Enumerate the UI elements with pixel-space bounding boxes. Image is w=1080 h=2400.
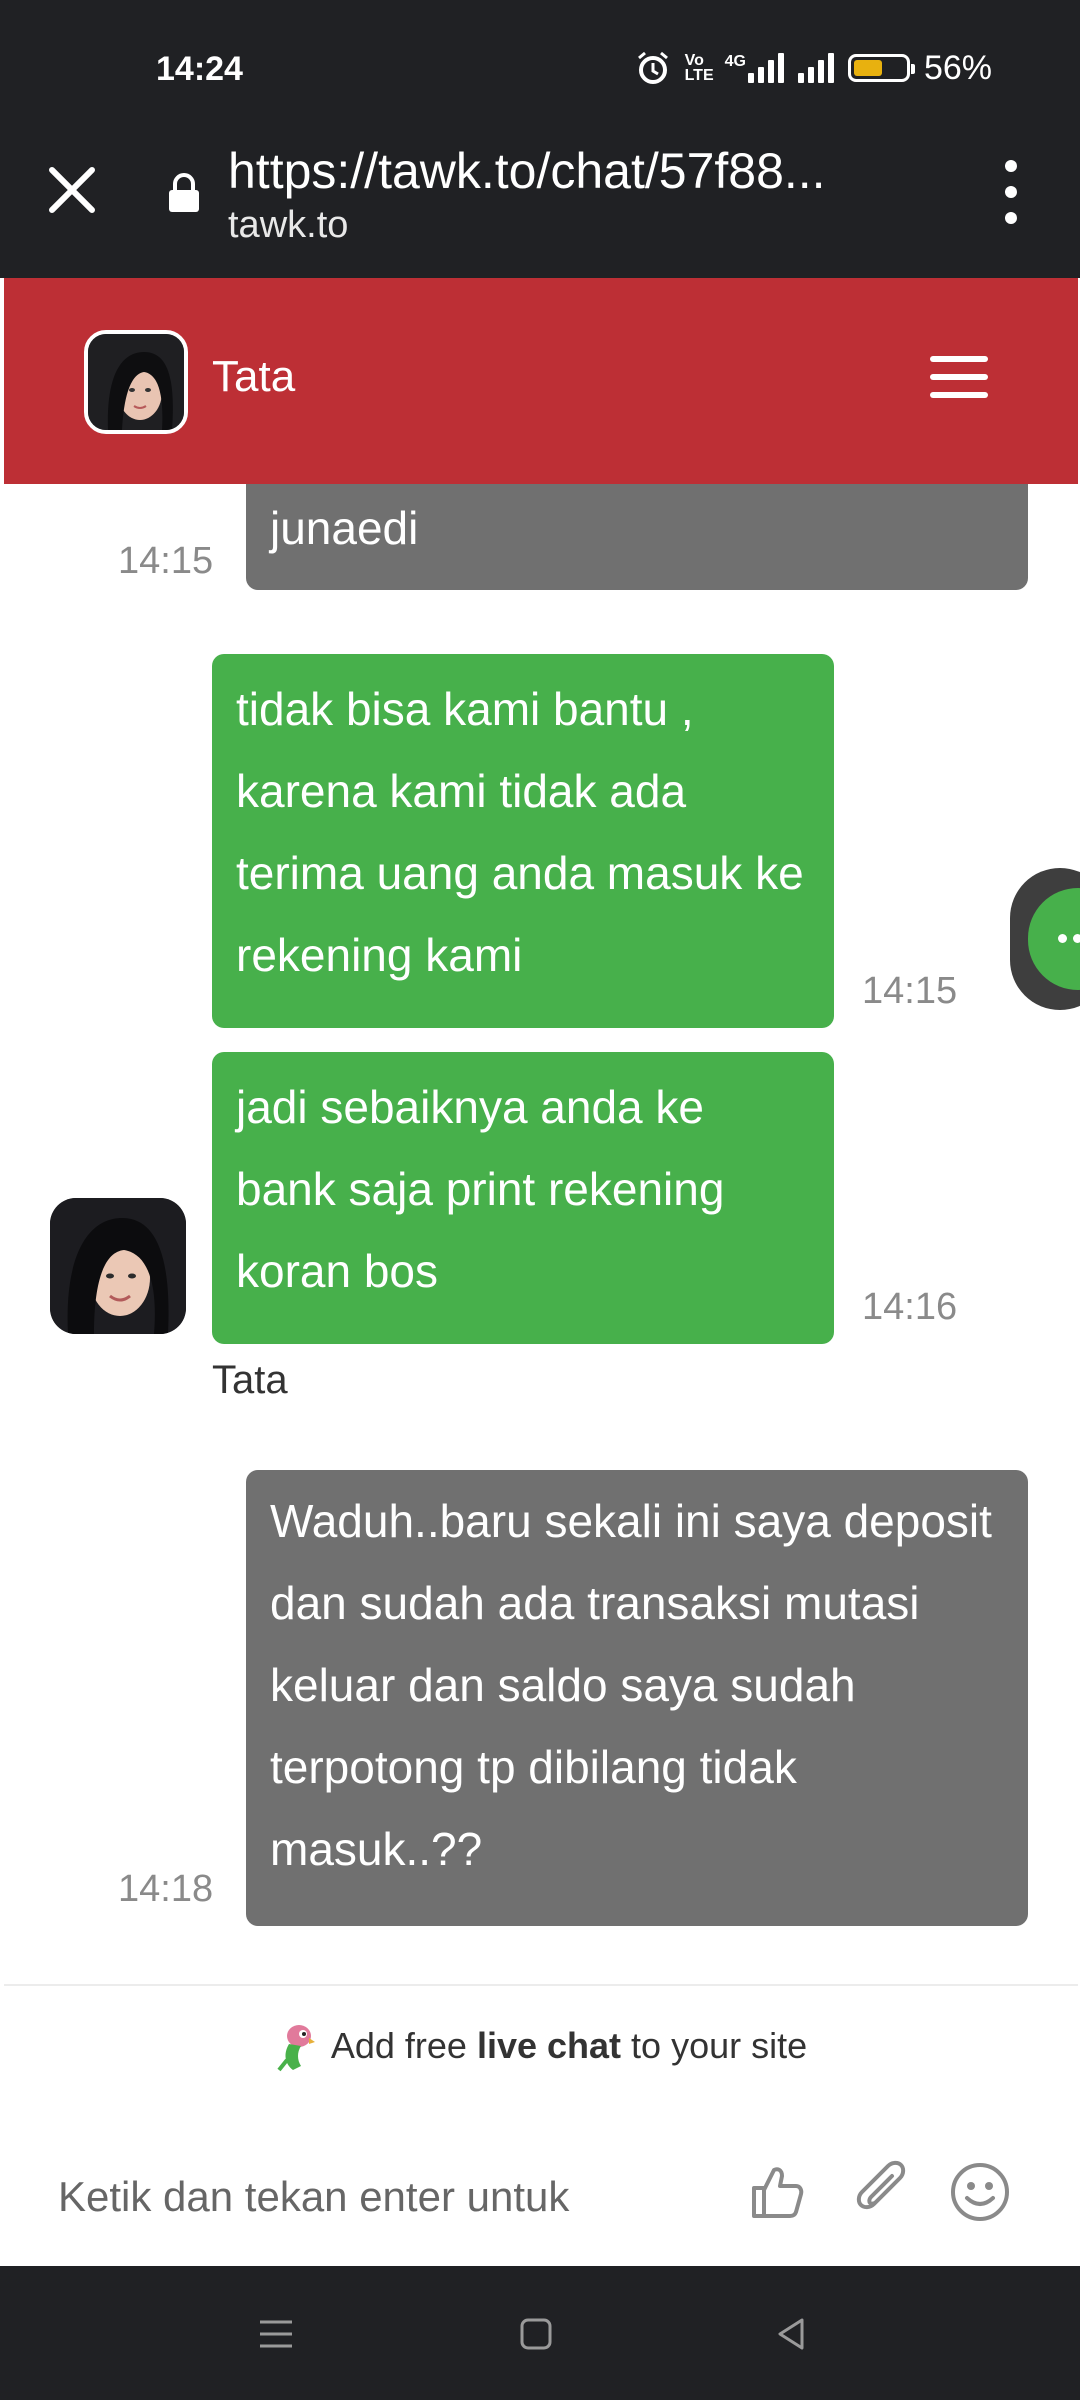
visitor-message: Waduh..baru sekali ini saya deposit dan … (246, 1470, 1028, 1926)
status-icons: Vo LTE 4G 56% (635, 46, 992, 90)
emoji-icon[interactable] (944, 2156, 1016, 2228)
battery-icon (847, 54, 915, 82)
close-icon[interactable] (44, 162, 100, 218)
battery-fill (853, 60, 883, 76)
message-time: 14:15 (118, 540, 214, 582)
tawk-parrot-icon (277, 2025, 315, 2072)
volte-label: Vo LTE (684, 52, 714, 84)
thumbs-up-icon[interactable] (740, 2156, 812, 2228)
signal-4g-icon: 4G (725, 53, 784, 83)
message-time: 14:15 (862, 970, 958, 1012)
back-icon[interactable] (768, 2310, 816, 2358)
agent-name-label: Tata (212, 1358, 288, 1402)
alarm-icon (637, 51, 668, 84)
status-time: 14:24 (156, 50, 243, 88)
tawk-branding[interactable]: Add free live chat to your site (0, 2020, 1080, 2072)
lock-icon (169, 173, 199, 212)
message-time: 14:16 (862, 1286, 958, 1328)
more-options-icon[interactable] (996, 160, 1026, 224)
battery-percent: 56% (923, 48, 992, 87)
url-text[interactable]: https://tawk.to/chat/57f88... (228, 142, 928, 200)
agent-avatar (50, 1198, 186, 1334)
recent-apps-icon[interactable] (252, 2310, 300, 2358)
home-icon[interactable] (512, 2310, 560, 2358)
chat-bubble-toggle[interactable] (1010, 868, 1080, 1010)
message-input[interactable] (56, 2156, 700, 2238)
message-input-row (4, 2136, 1078, 2266)
agent-message: jadi sebaiknya anda ke bank saja print r… (212, 1052, 834, 1344)
message-time: 14:18 (118, 1868, 214, 1910)
agent-message: tidak bisa kami bantu , karena kami tida… (212, 654, 834, 1028)
agent-name: Tata (212, 352, 296, 401)
menu-icon[interactable] (930, 356, 988, 398)
visitor-message: junaedi (246, 484, 1028, 590)
divider (4, 1984, 1078, 1986)
signal-icon (797, 53, 834, 83)
agent-header-avatar (84, 330, 188, 434)
branding-text: Add free live chat to your site (330, 2025, 808, 2066)
system-nav-bar (0, 2266, 1080, 2400)
network-type: 4G (724, 53, 746, 70)
more-dots-icon (1058, 934, 1080, 946)
domain-text: tawk.to (228, 204, 349, 246)
attachment-icon[interactable] (846, 2156, 918, 2228)
